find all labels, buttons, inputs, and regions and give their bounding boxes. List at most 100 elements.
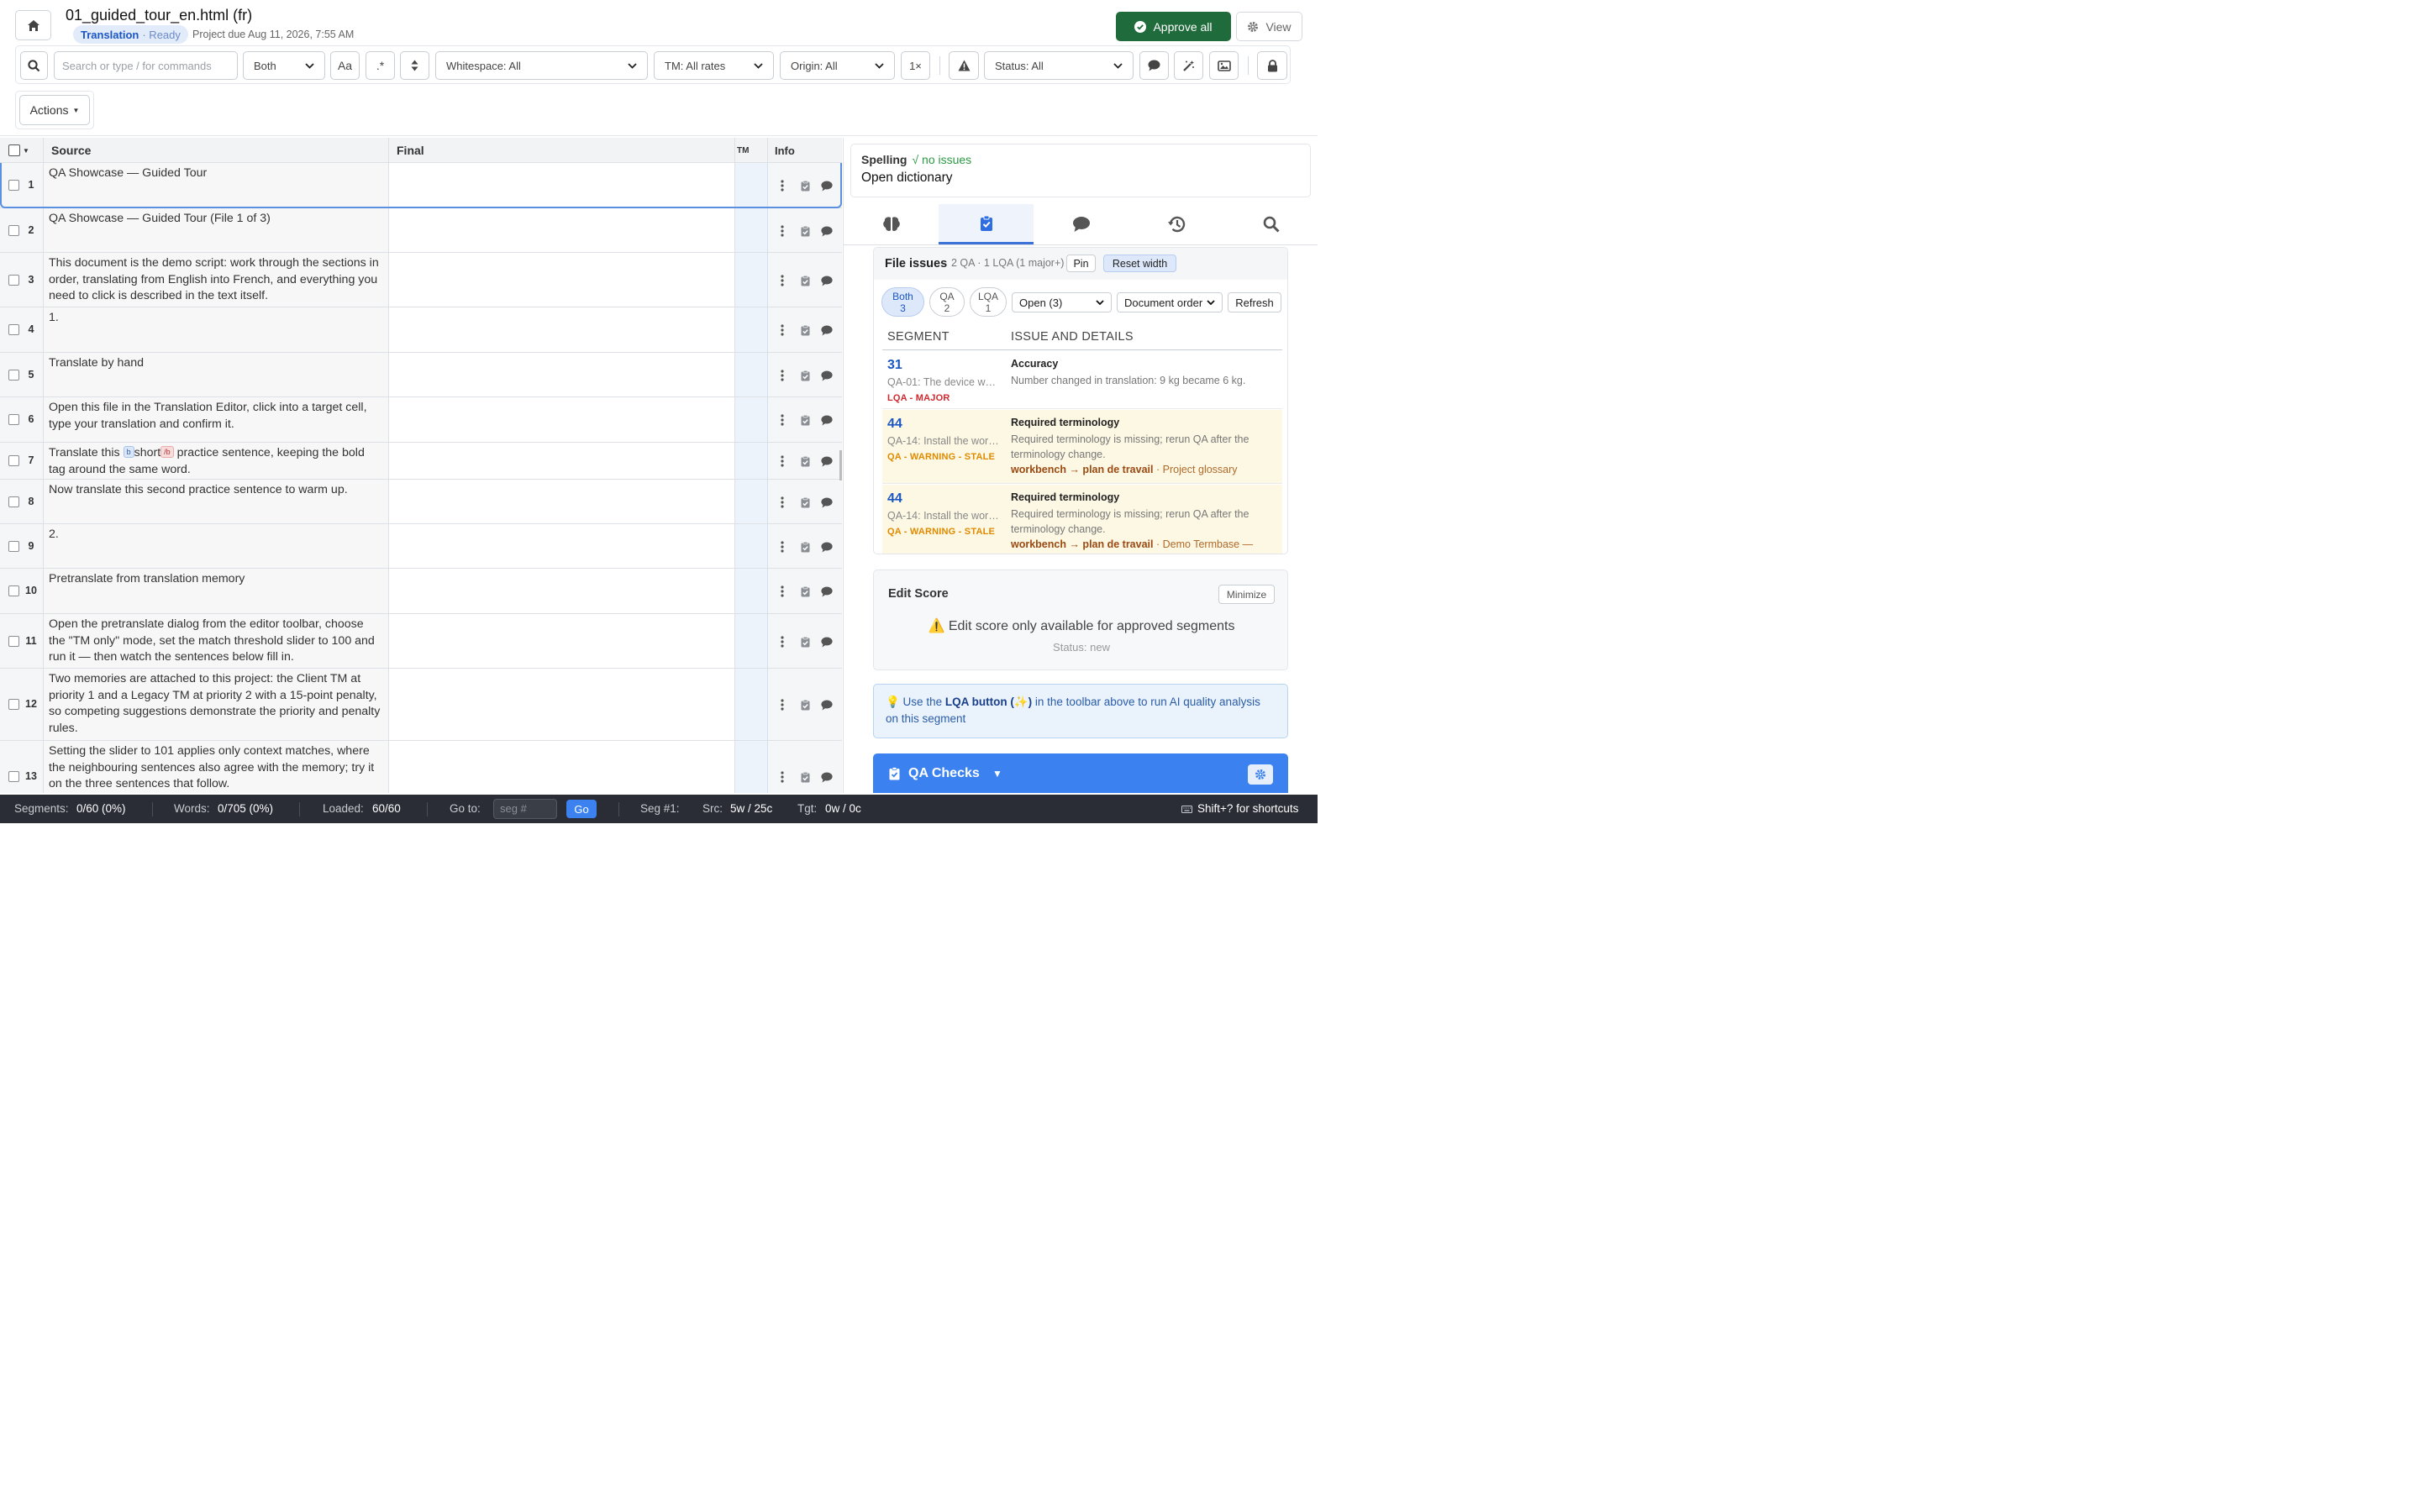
- whitespace-filter[interactable]: Whitespace: All: [435, 51, 648, 80]
- segment-row[interactable]: 3 This document is the demo script: work …: [0, 253, 842, 307]
- segment-checkbox[interactable]: [8, 275, 19, 286]
- qa-clipboard-icon[interactable]: [797, 584, 813, 599]
- search-input[interactable]: Search or type / for commands: [54, 51, 238, 80]
- issue-segment-link[interactable]: 31: [887, 358, 902, 373]
- segment-row[interactable]: 10 Pretranslate from translation memory: [0, 569, 842, 614]
- segment-row[interactable]: 6 Open this file in the Translation Edito…: [0, 397, 842, 443]
- issue-state-select[interactable]: Open (3): [1012, 292, 1112, 312]
- more-options-icon[interactable]: [775, 178, 790, 193]
- refresh-button[interactable]: Refresh: [1228, 292, 1281, 312]
- segment-checkbox[interactable]: [8, 370, 19, 381]
- image-button[interactable]: [1209, 51, 1239, 80]
- comments-filter-button[interactable]: [1139, 51, 1169, 80]
- lock-button[interactable]: [1257, 51, 1287, 80]
- target-cell[interactable]: [389, 443, 735, 479]
- qa-checks-toggle-icon[interactable]: ▼: [992, 768, 1002, 780]
- segment-row[interactable]: 7 Translate this b short/b practice senten…: [0, 443, 842, 480]
- more-options-icon[interactable]: [775, 495, 790, 510]
- issue-row[interactable]: 44 QA-14: Install the workbench QA - WAR…: [882, 485, 1282, 554]
- more-options-icon[interactable]: [775, 539, 790, 554]
- regex-toggle[interactable]: .*: [366, 51, 395, 80]
- qa-clipboard-icon[interactable]: [797, 539, 813, 554]
- search-button[interactable]: [20, 51, 48, 80]
- segment-row[interactable]: 9 2.: [0, 524, 842, 569]
- sort-toggle[interactable]: [400, 51, 429, 80]
- comment-icon[interactable]: [819, 178, 834, 193]
- goto-input[interactable]: seg #: [493, 799, 557, 819]
- more-options-icon[interactable]: [775, 273, 790, 288]
- column-source[interactable]: Source: [44, 138, 389, 163]
- segment-checkbox[interactable]: [8, 180, 19, 191]
- segment-checkbox[interactable]: [8, 771, 19, 782]
- qa-checks-header[interactable]: QA Checks ▼: [873, 753, 1288, 793]
- tm-rate-filter[interactable]: TM: All rates: [654, 51, 774, 80]
- inline-tag-close[interactable]: /b: [160, 446, 174, 458]
- chip-lqa[interactable]: LQA 1: [970, 287, 1007, 317]
- target-cell[interactable]: [389, 480, 735, 523]
- qa-clipboard-icon[interactable]: [797, 323, 813, 338]
- qa-clipboard-icon[interactable]: [797, 273, 813, 288]
- comment-icon[interactable]: [819, 584, 834, 599]
- select-all-checkbox[interactable]: [8, 144, 20, 156]
- grid-scrollbar[interactable]: [839, 450, 842, 480]
- zoom-button[interactable]: 1×: [901, 51, 930, 80]
- segment-checkbox[interactable]: [8, 455, 19, 466]
- segment-row[interactable]: 1 QA Showcase — Guided Tour: [0, 163, 842, 208]
- target-cell[interactable]: [389, 741, 735, 793]
- tab-ai[interactable]: [844, 204, 939, 244]
- qa-clipboard-icon[interactable]: [797, 697, 813, 712]
- column-tm[interactable]: TM: [735, 138, 768, 163]
- warnings-filter-button[interactable]: [949, 51, 979, 80]
- inline-tag-open[interactable]: b: [123, 446, 134, 458]
- target-cell[interactable]: [389, 569, 735, 613]
- more-options-icon[interactable]: [775, 323, 790, 338]
- more-options-icon[interactable]: [775, 412, 790, 428]
- segment-checkbox[interactable]: [8, 585, 19, 596]
- segment-row[interactable]: 4 1.: [0, 307, 842, 353]
- comment-icon[interactable]: [819, 697, 834, 712]
- comment-icon[interactable]: [819, 539, 834, 554]
- target-cell[interactable]: [389, 208, 735, 252]
- magic-wand-button[interactable]: [1174, 51, 1203, 80]
- more-options-icon[interactable]: [775, 368, 790, 383]
- tab-comments[interactable]: [1034, 204, 1128, 244]
- segment-checkbox[interactable]: [8, 496, 19, 507]
- segment-row[interactable]: 13 Setting the slider to 101 applies only…: [0, 741, 842, 793]
- segment-checkbox[interactable]: [8, 225, 19, 236]
- segment-checkbox[interactable]: [8, 414, 19, 425]
- comment-icon[interactable]: [819, 454, 834, 469]
- segment-checkbox[interactable]: [8, 636, 19, 647]
- target-cell[interactable]: [389, 614, 735, 668]
- segment-checkbox[interactable]: [8, 541, 19, 552]
- more-options-icon[interactable]: [775, 584, 790, 599]
- reset-width-button[interactable]: Reset width: [1103, 255, 1176, 272]
- select-menu-caret-icon[interactable]: ▼: [23, 147, 29, 155]
- comment-icon[interactable]: [819, 412, 834, 428]
- target-cell[interactable]: [389, 353, 735, 396]
- more-options-icon[interactable]: [775, 634, 790, 649]
- qa-settings-button[interactable]: [1248, 764, 1273, 785]
- status-filter[interactable]: Status: All: [984, 51, 1134, 80]
- segment-checkbox[interactable]: [8, 699, 19, 710]
- tab-search[interactable]: [1223, 204, 1318, 244]
- tab-history[interactable]: [1128, 204, 1223, 244]
- more-options-icon[interactable]: [775, 769, 790, 785]
- home-button[interactable]: [15, 10, 51, 40]
- issue-segment-link[interactable]: 44: [887, 417, 902, 432]
- open-dictionary-link[interactable]: Open dictionary: [861, 171, 1300, 186]
- segment-row[interactable]: 12 Two memories are attached to this proj…: [0, 669, 842, 741]
- segment-row[interactable]: 8 Now translate this second practice sent…: [0, 480, 842, 524]
- qa-clipboard-icon[interactable]: [797, 223, 813, 239]
- comment-icon[interactable]: [819, 323, 834, 338]
- target-cell[interactable]: [389, 524, 735, 568]
- comment-icon[interactable]: [819, 769, 834, 785]
- target-cell[interactable]: [389, 397, 735, 442]
- qa-clipboard-icon[interactable]: [797, 634, 813, 649]
- segment-row[interactable]: 5 Translate by hand: [0, 353, 842, 397]
- tab-qa[interactable]: [939, 204, 1034, 244]
- issue-row[interactable]: 44 QA-14: Install the workbench QA - WAR…: [882, 410, 1282, 484]
- more-options-icon[interactable]: [775, 697, 790, 712]
- column-final[interactable]: Final: [389, 138, 735, 163]
- target-cell[interactable]: [389, 669, 735, 740]
- shortcuts-hint[interactable]: Shift+? for shortcuts: [1197, 802, 1298, 815]
